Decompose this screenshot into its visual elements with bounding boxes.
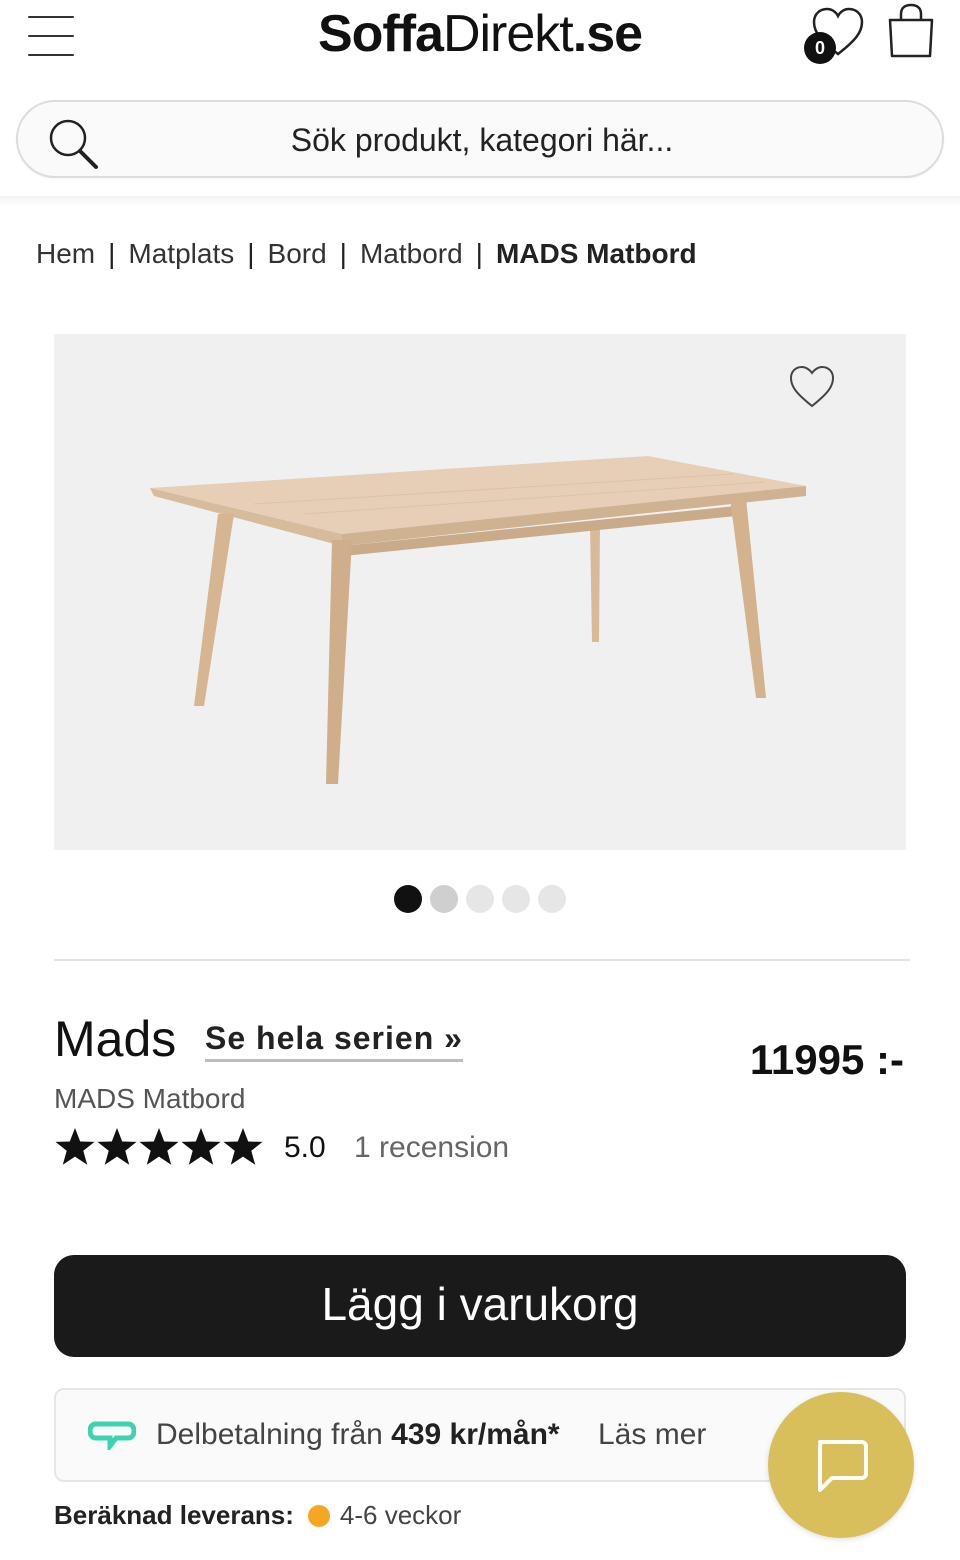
search-input[interactable]: Sök produkt, kategori här... xyxy=(16,100,944,178)
breadcrumb-current: MADS Matbord xyxy=(495,238,697,269)
add-to-cart-button[interactable]: Lägg i varukorg xyxy=(54,1255,906,1357)
section-divider xyxy=(54,959,910,961)
heart-icon xyxy=(789,365,835,408)
breadcrumb-separator: | xyxy=(108,238,116,269)
reviews-link[interactable]: 1 recension xyxy=(354,1131,509,1165)
carousel-dot-5[interactable] xyxy=(538,885,566,913)
product-subtitle: MADS Matbord xyxy=(54,1083,246,1114)
financing-prefix: Delbetalning från xyxy=(156,1418,392,1451)
delivery-estimate: Beräknad leverans: 4-6 veckor xyxy=(54,1500,461,1531)
cart-button[interactable] xyxy=(884,2,938,60)
wishlist-count-badge: 0 xyxy=(804,32,836,64)
delivery-label: Beräknad leverans: xyxy=(54,1500,294,1530)
delivery-time: 4-6 veckor xyxy=(339,1500,462,1530)
star-icon xyxy=(97,1128,137,1165)
breadcrumb-item-hem[interactable]: Hem xyxy=(36,238,95,269)
financing-amount: 439 kr/mån* xyxy=(391,1418,560,1451)
table-illustration xyxy=(150,456,806,784)
shopping-bag-icon xyxy=(888,3,934,58)
rating-value: 5.0 xyxy=(284,1131,326,1164)
wishlist-button[interactable]: 0 xyxy=(800,4,870,64)
financing-text: Delbetalning från 439 kr/mån* xyxy=(156,1418,560,1452)
delivery-status-dot xyxy=(307,1505,330,1527)
breadcrumb-item-matplats[interactable]: Matplats xyxy=(128,238,234,269)
star-icon xyxy=(139,1128,179,1165)
carousel-dot-4[interactable] xyxy=(502,885,530,913)
product-name: Mads xyxy=(54,1011,177,1067)
chat-button[interactable] xyxy=(768,1392,914,1538)
carousel-dot-3[interactable] xyxy=(466,885,494,913)
carousel-dot-1[interactable] xyxy=(394,885,422,913)
product-price: 11995 :- xyxy=(749,1036,904,1083)
star-icon xyxy=(223,1128,263,1165)
breadcrumb-item-bord[interactable]: Bord xyxy=(268,238,327,269)
star-icon xyxy=(55,1128,95,1165)
breadcrumb-separator: | xyxy=(475,238,483,269)
payment-provider-icon xyxy=(88,1421,136,1450)
search-placeholder: Sök produkt, kategori här... xyxy=(290,122,674,158)
breadcrumb: Hem | Matplats | Bord | Matbord | MADS Matbord xyxy=(36,238,697,270)
read-more-link[interactable]: Läs mer xyxy=(598,1418,706,1452)
star-icon xyxy=(181,1128,221,1165)
series-link[interactable]: Se hela serien » xyxy=(205,1020,463,1062)
product-image[interactable] xyxy=(54,334,906,850)
carousel-dot-2[interactable] xyxy=(430,885,458,913)
breadcrumb-separator: | xyxy=(247,238,255,269)
breadcrumb-separator: | xyxy=(339,238,347,269)
add-to-wishlist-button[interactable] xyxy=(788,364,836,410)
header-divider xyxy=(0,196,960,206)
breadcrumb-item-matbord[interactable]: Matbord xyxy=(360,238,463,269)
site-header: SoffaDirekt.se 0 Sök produkt, kategori h… xyxy=(0,0,960,200)
chat-icon xyxy=(818,1440,868,1492)
